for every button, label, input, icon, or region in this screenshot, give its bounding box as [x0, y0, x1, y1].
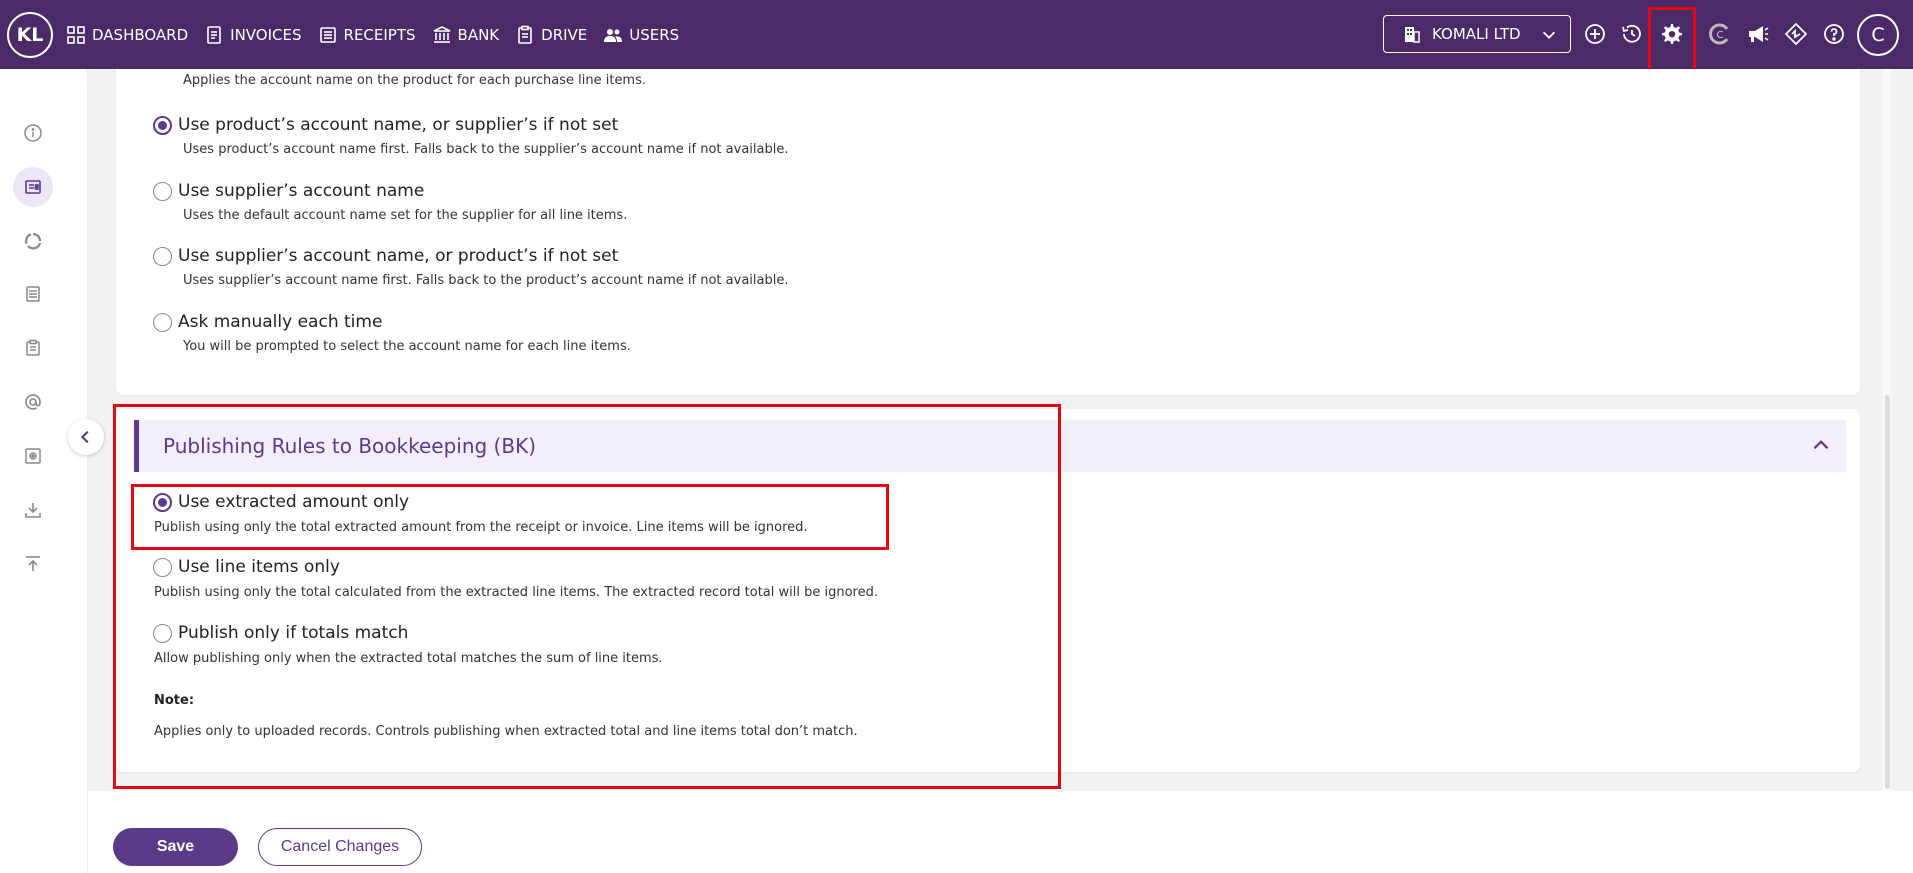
diamond-icon: [1784, 22, 1808, 46]
company-name: KOMALI LTD: [1432, 25, 1521, 43]
option-label: Use supplier’s account name, or product’…: [178, 246, 619, 266]
sidebar-item-gear-doc[interactable]: [13, 436, 53, 476]
list-icon: [26, 286, 40, 302]
bank-icon: [433, 26, 450, 43]
option-description: Uses product’s account name first. Falls…: [183, 142, 789, 157]
upload-icon: [26, 556, 40, 571]
company-selector[interactable]: KOMALI LTD: [1383, 15, 1571, 53]
sidebar-item-list[interactable]: [13, 274, 53, 314]
account-option-supplier[interactable]: Use supplier’s account name: [153, 181, 424, 201]
option-description: Uses the default account name set for th…: [183, 208, 628, 223]
collapse-sidebar-button[interactable]: [68, 419, 104, 455]
sidebar-item-upload[interactable]: [13, 544, 53, 584]
building-icon: [1405, 27, 1420, 43]
document-settings-icon: [25, 180, 41, 194]
radio-button[interactable]: [153, 246, 172, 266]
nav-receipts-label: RECEIPTS: [343, 26, 416, 44]
sidebar: [0, 69, 88, 873]
nav-bank[interactable]: BANK: [432, 22, 500, 48]
radio-button[interactable]: [153, 181, 172, 201]
dashboard-grid-icon: [67, 26, 85, 44]
nav-dashboard[interactable]: DASHBOARD: [66, 22, 188, 48]
chevron-down-icon: [1542, 31, 1556, 39]
download-icon: [25, 503, 41, 518]
radio-button[interactable]: [153, 115, 172, 135]
account-option-product-first[interactable]: Use product’s account name, or supplier’…: [153, 115, 618, 135]
sidebar-item-email[interactable]: [13, 382, 53, 422]
extracted-amount-highlight-box: [131, 484, 889, 550]
nav-drive-label: DRIVE: [541, 26, 588, 44]
nav-drive[interactable]: DRIVE: [515, 22, 587, 48]
option-description: You will be prompted to select the accou…: [183, 339, 631, 354]
gear-box-icon: [25, 448, 41, 464]
company-logo[interactable]: KL: [7, 12, 53, 58]
help-icon: [1824, 24, 1844, 44]
sidebar-item-info[interactable]: [13, 113, 53, 153]
integrations-button[interactable]: [1783, 21, 1809, 47]
scrollbar-thumb[interactable]: [1885, 395, 1890, 789]
info-icon: [24, 124, 42, 142]
clipboard-icon: [518, 25, 532, 44]
sync-circle-icon: [24, 232, 42, 250]
sidebar-item-settings-doc[interactable]: [13, 167, 53, 207]
c-logo-icon: C: [1709, 23, 1729, 45]
megaphone-icon: [1749, 26, 1769, 42]
announcements-button[interactable]: [1745, 21, 1771, 47]
user-avatar[interactable]: C: [1857, 14, 1899, 56]
nav-dashboard-label: DASHBOARD: [92, 26, 189, 44]
option-label: Ask manually each time: [178, 312, 383, 332]
history-button[interactable]: [1619, 21, 1645, 47]
at-sign-icon: [25, 394, 41, 410]
sidebar-item-clipboard[interactable]: [13, 328, 53, 368]
option-description: Uses supplier’s account name first. Fall…: [183, 273, 789, 288]
clipboard-icon: [26, 339, 40, 356]
plus-circle-icon: [1585, 24, 1605, 44]
users-icon: [604, 29, 623, 42]
truncated-description: Applies the account name on the product …: [183, 73, 647, 88]
help-button[interactable]: [1821, 21, 1847, 47]
nav-users[interactable]: USERS: [603, 22, 679, 48]
main-nav: DASHBOARD INVOICES RECEIPTS BANK DRIVE U…: [66, 22, 695, 48]
save-button[interactable]: Save: [113, 828, 238, 866]
nav-bank-label: BANK: [457, 26, 500, 44]
top-navigation-bar: KL DASHBOARD INVOICES RECEIPTS BANK DRIV…: [0, 0, 1913, 74]
chevron-up-icon: [1813, 440, 1829, 450]
nav-users-label: USERS: [629, 26, 680, 44]
receipt-icon: [319, 27, 336, 43]
invoice-icon: [207, 26, 221, 44]
publishing-section-highlight-box: [113, 404, 1061, 789]
radio-button[interactable]: [153, 312, 172, 332]
option-label: Use supplier’s account name: [178, 181, 425, 201]
add-button[interactable]: [1582, 21, 1608, 47]
credits-button[interactable]: C: [1707, 21, 1733, 47]
nav-receipts[interactable]: RECEIPTS: [318, 22, 416, 48]
account-option-manual[interactable]: Ask manually each time: [153, 312, 382, 332]
svg-text:C: C: [1717, 30, 1724, 41]
cancel-changes-button[interactable]: Cancel Changes: [258, 828, 422, 866]
footer-actions: Save Cancel Changes: [88, 791, 1913, 873]
nav-invoices[interactable]: INVOICES: [204, 22, 302, 48]
sidebar-item-sync[interactable]: [13, 221, 53, 261]
sidebar-item-download[interactable]: [13, 490, 53, 530]
nav-invoices-label: INVOICES: [230, 26, 302, 44]
settings-highlight-box: [1648, 7, 1696, 74]
option-label: Use product’s account name, or supplier’…: [178, 115, 619, 135]
history-icon: [1622, 24, 1641, 43]
account-option-supplier-first[interactable]: Use supplier’s account name, or product’…: [153, 246, 618, 266]
chevron-left-icon: [80, 430, 89, 444]
